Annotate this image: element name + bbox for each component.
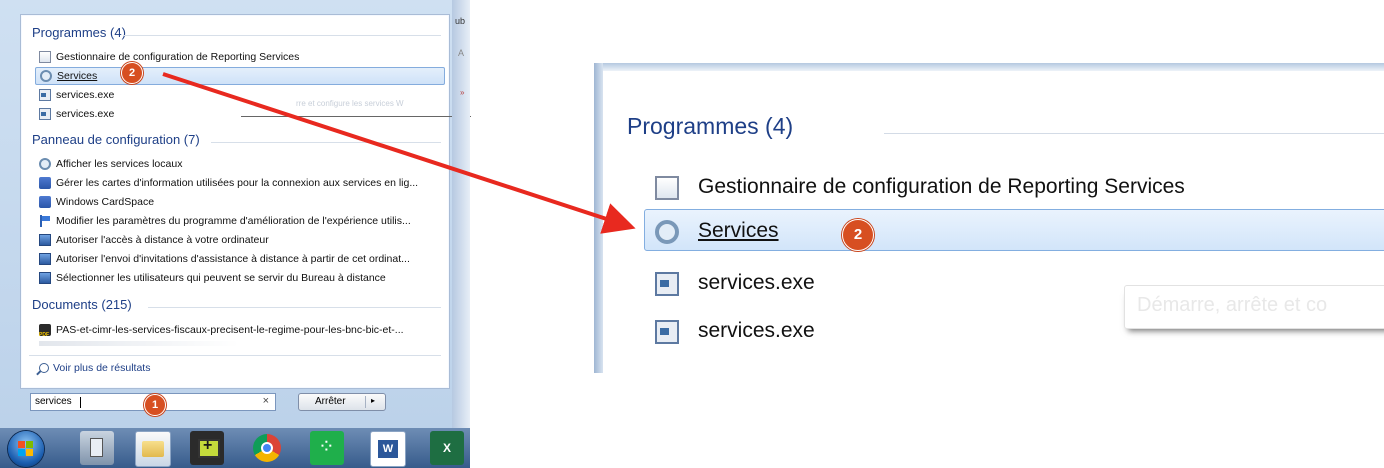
pdf-icon bbox=[39, 324, 51, 339]
zoom-window-left-edge bbox=[594, 63, 603, 373]
exe-window-icon bbox=[39, 89, 51, 101]
result-item-label: services.exe bbox=[56, 108, 115, 120]
shutdown-options-arrow-icon[interactable]: ▸ bbox=[371, 396, 375, 405]
zoom-tooltip: Démarre, arrête et co bbox=[1124, 285, 1384, 329]
result-item-label: Services bbox=[57, 70, 98, 82]
background-window-edge: ub A » bbox=[452, 0, 470, 428]
windows-logo-icon bbox=[18, 441, 34, 457]
result-item-label: Autoriser l'accès à distance à votre ord… bbox=[56, 234, 269, 246]
result-item-reporting-services-config[interactable]: Gestionnaire de configuration de Reporti… bbox=[35, 48, 443, 66]
start-orb[interactable] bbox=[8, 431, 44, 467]
zoom-group-divider bbox=[884, 133, 1384, 134]
result-item-manage-cards[interactable]: Gérer les cartes d'information utilisées… bbox=[35, 174, 443, 192]
green-app-icon[interactable] bbox=[310, 431, 344, 465]
start-menu-results-panel: Programmes (4) Gestionnaire de configura… bbox=[20, 14, 471, 389]
search-icon bbox=[39, 363, 49, 373]
explorer-folder-icon[interactable] bbox=[135, 431, 171, 467]
cardspace-icon bbox=[39, 196, 51, 208]
result-item-label: Windows CardSpace bbox=[56, 196, 155, 208]
background-text-fragment: » bbox=[460, 88, 465, 97]
result-item-services[interactable]: Services bbox=[35, 67, 445, 85]
text-caret bbox=[80, 397, 81, 408]
add-app-icon[interactable] bbox=[190, 431, 224, 465]
flag-icon bbox=[39, 215, 51, 227]
start-menu: Programmes (4) Gestionnaire de configura… bbox=[0, 0, 471, 428]
clear-search-icon[interactable]: × bbox=[263, 395, 269, 407]
zoom-tooltip-text: Démarre, arrête et co bbox=[1137, 294, 1328, 316]
exe-window-icon bbox=[655, 272, 679, 296]
see-more-label: Voir plus de résultats bbox=[53, 362, 151, 374]
services-gear-icon bbox=[39, 158, 51, 170]
word-icon[interactable] bbox=[370, 431, 406, 467]
zoom-item-label: Gestionnaire de configuration de Reporti… bbox=[698, 175, 1185, 198]
result-item-local-services[interactable]: Afficher les services locaux bbox=[35, 155, 443, 173]
shutdown-button-label: Arrêter bbox=[315, 396, 346, 407]
zoomed-detail-panel: Programmes (4) Gestionnaire de configura… bbox=[594, 63, 1384, 373]
see-more-divider bbox=[29, 355, 441, 356]
config-wizard-icon bbox=[39, 51, 51, 63]
zoom-item-label: services.exe bbox=[698, 271, 815, 294]
config-wizard-icon bbox=[655, 176, 679, 200]
step-badge-1: 1 bbox=[144, 394, 166, 416]
background-tooltip-text: rre et configure les services W bbox=[296, 99, 404, 108]
result-item-label: Autoriser l'envoi d'invitations d'assist… bbox=[56, 253, 410, 265]
search-input-value: services bbox=[35, 396, 72, 407]
group-divider bbox=[148, 307, 441, 308]
zoom-window-top-edge bbox=[594, 63, 1384, 71]
chrome-icon[interactable] bbox=[250, 431, 284, 465]
result-item-remote-access[interactable]: Autoriser l'accès à distance à votre ord… bbox=[35, 231, 443, 249]
result-item-label: PAS-et-cimr-les-services-fiscaux-precise… bbox=[56, 324, 404, 336]
result-item-remote-assistance[interactable]: Autoriser l'envoi d'invitations d'assist… bbox=[35, 250, 443, 268]
cut-off-result-row bbox=[39, 341, 239, 346]
group-divider bbox=[123, 35, 441, 36]
button-separator bbox=[365, 396, 366, 408]
result-item-label: Modifier les paramètres du programme d'a… bbox=[56, 215, 411, 227]
services-gear-icon bbox=[40, 70, 52, 82]
result-item-pdf-document[interactable]: PAS-et-cimr-les-services-fiscaux-precise… bbox=[35, 321, 443, 339]
result-item-label: Sélectionner les utilisateurs qui peuven… bbox=[56, 272, 386, 284]
exe-window-icon bbox=[39, 108, 51, 120]
zoom-group-title-programs: Programmes (4) bbox=[627, 113, 794, 139]
remote-desktop-icon bbox=[39, 272, 51, 284]
group-divider bbox=[211, 142, 441, 143]
result-item-label: Gestionnaire de configuration de Reporti… bbox=[56, 51, 300, 63]
shutdown-button[interactable]: Arrêter ▸ bbox=[298, 393, 386, 411]
result-item-ceip[interactable]: Modifier les paramètres du programme d'a… bbox=[35, 212, 443, 230]
remote-desktop-icon bbox=[39, 253, 51, 265]
zoom-item-label: Services bbox=[698, 219, 779, 242]
result-item-label: Afficher les services locaux bbox=[56, 158, 183, 170]
group-title-documents: Documents (215) bbox=[32, 297, 132, 312]
result-item-cardspace[interactable]: Windows CardSpace bbox=[35, 193, 443, 211]
result-item-remote-users[interactable]: Sélectionner les utilisateurs qui peuven… bbox=[35, 269, 443, 287]
zoom-item-label: services.exe bbox=[698, 319, 815, 342]
background-text-fragment: A bbox=[458, 48, 465, 58]
background-text-fragment: ub bbox=[455, 16, 466, 26]
result-item-label: Gérer les cartes d'information utilisées… bbox=[56, 177, 419, 189]
excel-icon[interactable] bbox=[430, 431, 464, 465]
group-title-programs: Programmes (4) bbox=[32, 25, 126, 40]
cardspace-icon bbox=[39, 177, 51, 189]
services-gear-icon bbox=[655, 220, 679, 244]
remote-desktop-icon bbox=[39, 234, 51, 246]
exe-window-icon bbox=[655, 320, 679, 344]
tooltip-shadow-line bbox=[241, 116, 471, 117]
group-title-control-panel: Panneau de configuration (7) bbox=[32, 132, 200, 147]
calculator-icon[interactable] bbox=[80, 431, 114, 465]
zoom-step-badge-2: 2 bbox=[842, 219, 874, 251]
result-item-label: services.exe bbox=[56, 89, 115, 101]
step-badge-2: 2 bbox=[121, 62, 143, 84]
